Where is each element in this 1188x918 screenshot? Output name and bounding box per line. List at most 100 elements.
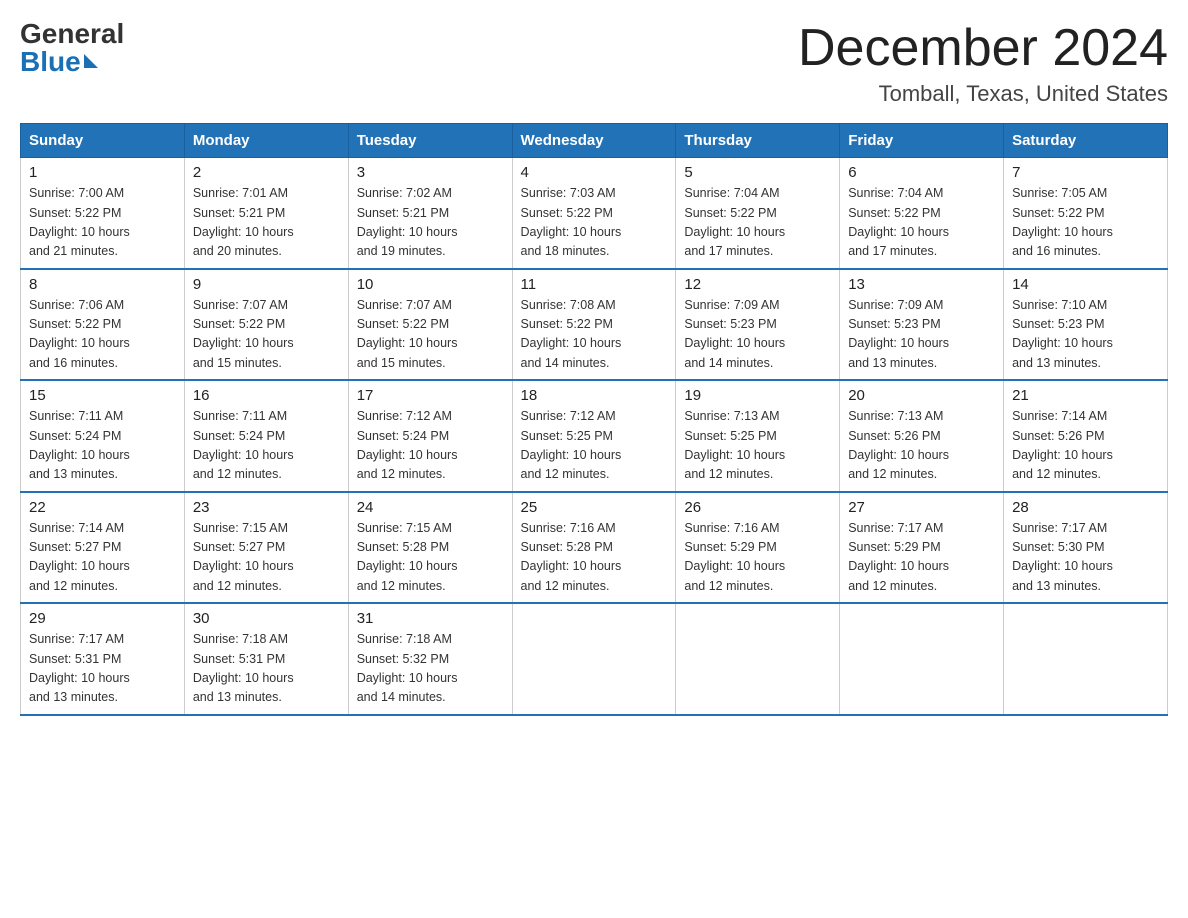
day-info: Sunrise: 7:17 AMSunset: 5:30 PMDaylight:… <box>1012 519 1159 597</box>
table-row: 13 Sunrise: 7:09 AMSunset: 5:23 PMDayligh… <box>840 269 1004 381</box>
table-row <box>840 603 1004 715</box>
table-row: 15 Sunrise: 7:11 AMSunset: 5:24 PMDayligh… <box>21 380 185 492</box>
day-number: 22 <box>29 499 176 516</box>
title-block: December 2024 Tomball, Texas, United Sta… <box>798 20 1168 107</box>
day-number: 14 <box>1012 276 1159 293</box>
table-row: 5Sunrise: 7:04 AMSunset: 5:22 PMDaylight… <box>676 158 840 269</box>
table-row: 24Sunrise: 7:15 AMSunset: 5:28 PMDayligh… <box>348 492 512 604</box>
table-row: 12Sunrise: 7:09 AMSunset: 5:23 PMDayligh… <box>676 269 840 381</box>
day-number: 23 <box>193 499 340 516</box>
day-info: Sunrise: 7:06 AMSunset: 5:22 PMDaylight:… <box>29 296 176 374</box>
table-row: 11Sunrise: 7:08 AMSunset: 5:22 PMDayligh… <box>512 269 676 381</box>
table-row: 21 Sunrise: 7:14 AMSunset: 5:26 PMDayligh… <box>1004 380 1168 492</box>
table-row: 6Sunrise: 7:04 AMSunset: 5:22 PMDaylight… <box>840 158 1004 269</box>
col-monday: Monday <box>184 124 348 158</box>
table-row: 1Sunrise: 7:00 AMSunset: 5:22 PMDaylight… <box>21 158 185 269</box>
day-info: Sunrise: 7:00 AMSunset: 5:22 PMDaylight:… <box>29 184 176 262</box>
logo-arrow-icon <box>84 54 98 68</box>
col-saturday: Saturday <box>1004 124 1168 158</box>
day-number: 28 <box>1012 499 1159 516</box>
col-sunday: Sunday <box>21 124 185 158</box>
table-row: 22Sunrise: 7:14 AMSunset: 5:27 PMDayligh… <box>21 492 185 604</box>
calendar-week-3: 15 Sunrise: 7:11 AMSunset: 5:24 PMDayligh… <box>21 380 1168 492</box>
day-info: Sunrise: 7:18 AMSunset: 5:31 PMDaylight:… <box>193 630 340 708</box>
day-info: Sunrise: 7:16 AMSunset: 5:29 PMDaylight:… <box>684 519 831 597</box>
table-row: 25 Sunrise: 7:16 AMSunset: 5:28 PMDayligh… <box>512 492 676 604</box>
day-number: 25 <box>521 499 668 516</box>
table-row <box>512 603 676 715</box>
table-row <box>676 603 840 715</box>
day-info: Sunrise: 7:13 AMSunset: 5:25 PMDaylight:… <box>684 407 831 485</box>
day-number: 10 <box>357 276 504 293</box>
table-row <box>1004 603 1168 715</box>
day-number: 4 <box>521 164 668 181</box>
table-row: 28 Sunrise: 7:17 AMSunset: 5:30 PMDayligh… <box>1004 492 1168 604</box>
day-info: Sunrise: 7:03 AMSunset: 5:22 PMDaylight:… <box>521 184 668 262</box>
day-number: 7 <box>1012 164 1159 181</box>
calendar-week-2: 8 Sunrise: 7:06 AMSunset: 5:22 PMDaylight… <box>21 269 1168 381</box>
day-number: 2 <box>193 164 340 181</box>
table-row: 7Sunrise: 7:05 AMSunset: 5:22 PMDaylight… <box>1004 158 1168 269</box>
table-row: 3 Sunrise: 7:02 AMSunset: 5:21 PMDaylight… <box>348 158 512 269</box>
month-title: December 2024 <box>798 20 1168 77</box>
table-row: 23 Sunrise: 7:15 AMSunset: 5:27 PMDayligh… <box>184 492 348 604</box>
day-info: Sunrise: 7:17 AMSunset: 5:29 PMDaylight:… <box>848 519 995 597</box>
header-row: Sunday Monday Tuesday Wednesday Thursday… <box>21 124 1168 158</box>
table-row: 2Sunrise: 7:01 AMSunset: 5:21 PMDaylight… <box>184 158 348 269</box>
day-info: Sunrise: 7:18 AMSunset: 5:32 PMDaylight:… <box>357 630 504 708</box>
calendar-week-5: 29 Sunrise: 7:17 AMSunset: 5:31 PMDayligh… <box>21 603 1168 715</box>
day-info: Sunrise: 7:13 AMSunset: 5:26 PMDaylight:… <box>848 407 995 485</box>
day-number: 21 <box>1012 387 1159 404</box>
calendar-week-1: 1Sunrise: 7:00 AMSunset: 5:22 PMDaylight… <box>21 158 1168 269</box>
day-info: Sunrise: 7:11 AMSunset: 5:24 PMDaylight:… <box>29 407 176 485</box>
day-number: 30 <box>193 610 340 627</box>
day-number: 26 <box>684 499 831 516</box>
day-info: Sunrise: 7:08 AMSunset: 5:22 PMDaylight:… <box>521 296 668 374</box>
table-row: 10Sunrise: 7:07 AMSunset: 5:22 PMDayligh… <box>348 269 512 381</box>
day-number: 3 <box>357 164 504 181</box>
day-number: 18 <box>521 387 668 404</box>
day-number: 20 <box>848 387 995 404</box>
day-number: 8 <box>29 276 176 293</box>
day-number: 6 <box>848 164 995 181</box>
day-info: Sunrise: 7:04 AMSunset: 5:22 PMDaylight:… <box>684 184 831 262</box>
day-number: 19 <box>684 387 831 404</box>
day-info: Sunrise: 7:12 AMSunset: 5:24 PMDaylight:… <box>357 407 504 485</box>
day-info: Sunrise: 7:17 AMSunset: 5:31 PMDaylight:… <box>29 630 176 708</box>
table-row: 30 Sunrise: 7:18 AMSunset: 5:31 PMDayligh… <box>184 603 348 715</box>
col-wednesday: Wednesday <box>512 124 676 158</box>
table-row: 20 Sunrise: 7:13 AMSunset: 5:26 PMDayligh… <box>840 380 1004 492</box>
table-row: 16 Sunrise: 7:11 AMSunset: 5:24 PMDayligh… <box>184 380 348 492</box>
table-row: 8 Sunrise: 7:06 AMSunset: 5:22 PMDaylight… <box>21 269 185 381</box>
page-header: General Blue December 2024 Tomball, Texa… <box>20 20 1168 107</box>
logo-blue-text: Blue <box>20 48 98 76</box>
day-number: 13 <box>848 276 995 293</box>
table-row: 26 Sunrise: 7:16 AMSunset: 5:29 PMDayligh… <box>676 492 840 604</box>
day-info: Sunrise: 7:15 AMSunset: 5:28 PMDaylight:… <box>357 519 504 597</box>
table-row: 19 Sunrise: 7:13 AMSunset: 5:25 PMDayligh… <box>676 380 840 492</box>
day-info: Sunrise: 7:02 AMSunset: 5:21 PMDaylight:… <box>357 184 504 262</box>
calendar-table: Sunday Monday Tuesday Wednesday Thursday… <box>20 123 1168 716</box>
day-info: Sunrise: 7:10 AMSunset: 5:23 PMDaylight:… <box>1012 296 1159 374</box>
day-info: Sunrise: 7:11 AMSunset: 5:24 PMDaylight:… <box>193 407 340 485</box>
location-title: Tomball, Texas, United States <box>798 81 1168 107</box>
table-row: 31 Sunrise: 7:18 AMSunset: 5:32 PMDayligh… <box>348 603 512 715</box>
day-info: Sunrise: 7:09 AMSunset: 5:23 PMDaylight:… <box>848 296 995 374</box>
table-row: 14 Sunrise: 7:10 AMSunset: 5:23 PMDayligh… <box>1004 269 1168 381</box>
day-number: 16 <box>193 387 340 404</box>
day-info: Sunrise: 7:14 AMSunset: 5:26 PMDaylight:… <box>1012 407 1159 485</box>
day-number: 15 <box>29 387 176 404</box>
day-info: Sunrise: 7:15 AMSunset: 5:27 PMDaylight:… <box>193 519 340 597</box>
day-info: Sunrise: 7:16 AMSunset: 5:28 PMDaylight:… <box>521 519 668 597</box>
table-row: 9Sunrise: 7:07 AMSunset: 5:22 PMDaylight… <box>184 269 348 381</box>
col-tuesday: Tuesday <box>348 124 512 158</box>
col-thursday: Thursday <box>676 124 840 158</box>
calendar-body: 1Sunrise: 7:00 AMSunset: 5:22 PMDaylight… <box>21 158 1168 715</box>
logo: General Blue <box>20 20 124 76</box>
day-number: 17 <box>357 387 504 404</box>
col-friday: Friday <box>840 124 1004 158</box>
day-number: 31 <box>357 610 504 627</box>
day-number: 29 <box>29 610 176 627</box>
day-info: Sunrise: 7:09 AMSunset: 5:23 PMDaylight:… <box>684 296 831 374</box>
calendar-week-4: 22Sunrise: 7:14 AMSunset: 5:27 PMDayligh… <box>21 492 1168 604</box>
